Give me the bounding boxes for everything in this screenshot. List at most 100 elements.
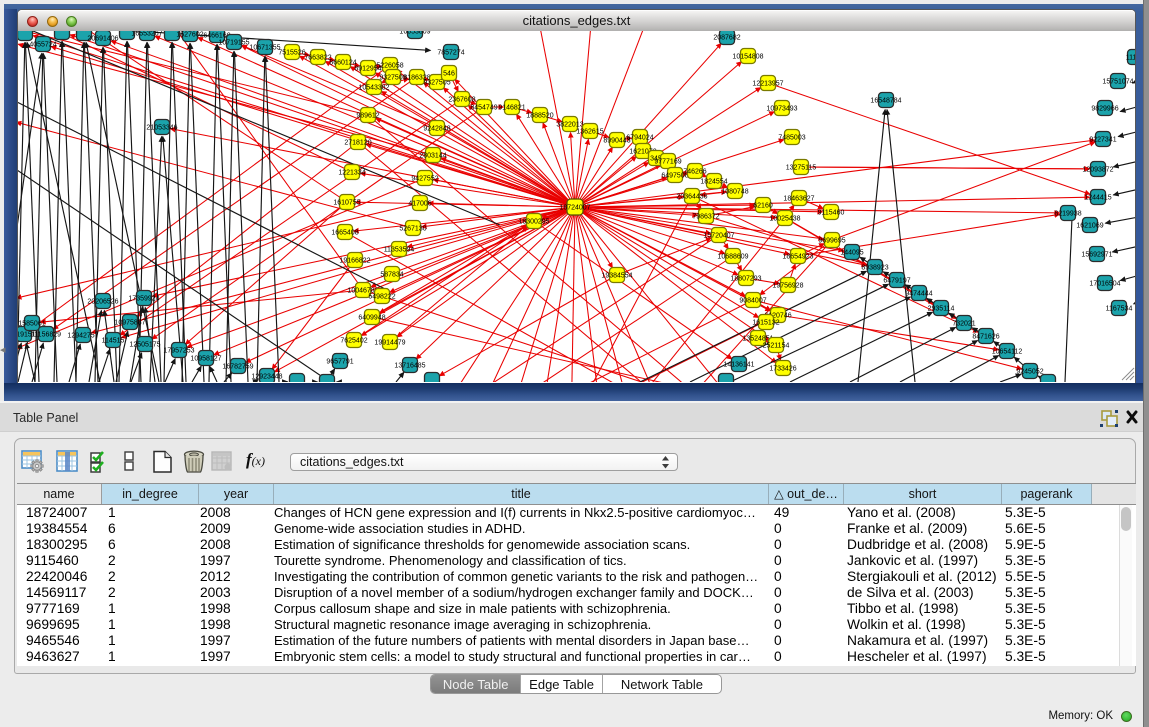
svg-text:16782759: 16782759: [222, 363, 253, 370]
svg-text:1824554: 1824554: [700, 178, 727, 185]
svg-text:9657791: 9657791: [326, 358, 353, 365]
svg-text:1080748: 1080748: [721, 188, 748, 195]
svg-text:144095: 144095: [840, 249, 863, 256]
svg-text:3822013: 3822013: [556, 121, 583, 128]
svg-text:15751074: 15751074: [1102, 78, 1133, 85]
svg-text:15692971: 15692971: [1081, 251, 1112, 258]
svg-text:2521154: 2521154: [763, 342, 790, 349]
svg-text:7625402: 7625402: [340, 337, 367, 344]
svg-text:19914479: 19914479: [374, 339, 405, 346]
svg-text:17016504: 17016504: [1089, 280, 1120, 287]
svg-text:10025438: 10025438: [769, 215, 800, 222]
svg-text:9245052: 9245052: [1016, 368, 1043, 375]
svg-text:114515: 114515: [102, 337, 125, 344]
svg-text:10973493: 10973493: [766, 105, 797, 112]
svg-text:546: 546: [443, 70, 455, 77]
svg-text:12213957: 12213957: [752, 80, 783, 87]
svg-text:19384554: 19384554: [601, 272, 632, 279]
svg-text:9474444: 9474444: [905, 290, 932, 297]
svg-text:18807293: 18807293: [730, 275, 761, 282]
svg-text:732021: 732021: [952, 320, 975, 327]
svg-text:1888520: 1888520: [526, 112, 553, 119]
svg-text:10671355: 10671355: [249, 44, 280, 51]
svg-text:19756928: 19756928: [772, 282, 803, 289]
svg-text:7663822: 7663822: [304, 54, 331, 61]
svg-text:10688609: 10688609: [717, 253, 748, 260]
svg-text:10958127: 10958127: [190, 355, 221, 362]
svg-text:5498222: 5498222: [368, 293, 395, 300]
svg-text:9829966: 9829966: [1091, 105, 1118, 112]
svg-text:6479197: 6479197: [883, 277, 910, 284]
svg-text:746266: 746266: [683, 168, 706, 175]
svg-text:4055724: 4055724: [29, 41, 56, 48]
svg-text:19166822: 19166822: [339, 257, 370, 264]
svg-text:13275115: 13275115: [786, 164, 817, 171]
svg-text:1527602: 1527602: [176, 31, 203, 38]
svg-text:5226058: 5226058: [376, 62, 403, 69]
svg-text:11353594: 11353594: [384, 246, 415, 253]
svg-text:9146821: 9146821: [498, 104, 525, 111]
svg-text:8660124: 8660124: [329, 59, 356, 66]
svg-text:9777169: 9777169: [654, 158, 681, 165]
svg-text:18300295: 18300295: [518, 218, 549, 225]
svg-text:9699695: 9699695: [818, 237, 845, 244]
svg-text:12942757: 12942757: [67, 332, 98, 339]
svg-text:1362615: 1362615: [576, 128, 603, 135]
svg-text:14136141: 14136141: [723, 361, 754, 368]
svg-text:2803144: 2803144: [419, 152, 446, 159]
svg-text:18463627: 18463627: [783, 195, 814, 202]
svg-text:8219938: 8219938: [1054, 210, 1081, 217]
svg-text:10654112: 10654112: [992, 348, 1023, 355]
svg-text:20206526: 20206526: [87, 298, 118, 305]
svg-text:11123: 11123: [1126, 54, 1135, 61]
svg-text:1221334: 1221334: [338, 169, 365, 176]
svg-text:20364436: 20364436: [676, 193, 707, 200]
svg-text:7515526: 7515526: [278, 49, 305, 56]
svg-text:13716485: 13716485: [394, 362, 425, 369]
svg-text:7857274: 7857274: [437, 49, 464, 56]
svg-text:2087682: 2087682: [713, 34, 740, 41]
svg-text:1665408: 1665408: [331, 229, 358, 236]
svg-text:1621069: 1621069: [1076, 222, 1103, 229]
svg-text:12923448: 12923448: [251, 373, 282, 380]
svg-text:9227341: 9227341: [1089, 136, 1116, 143]
svg-text:12093872: 12093872: [1082, 166, 1113, 173]
svg-text:10154808: 10154808: [732, 53, 763, 60]
svg-text:1244415: 1244415: [1084, 194, 1111, 201]
svg-text:17359924: 17359924: [128, 295, 159, 302]
svg-text:62160: 62160: [753, 202, 773, 209]
svg-text:18654923: 18654923: [782, 253, 813, 260]
svg-text:10543382: 10543382: [358, 84, 389, 91]
svg-text:8938923: 8938923: [861, 264, 888, 271]
svg-text:12505175: 12505175: [129, 341, 160, 348]
svg-text:20691406: 20691406: [87, 35, 118, 42]
svg-text:17957253: 17957253: [163, 347, 194, 354]
svg-text:11156829: 11156829: [31, 331, 61, 338]
svg-text:2718120: 2718120: [344, 139, 371, 146]
svg-text:16548784: 16548784: [870, 97, 901, 104]
svg-text:7485003: 7485003: [778, 134, 805, 141]
svg-text:6794024: 6794024: [626, 134, 653, 141]
svg-text:9084007: 9084007: [739, 297, 766, 304]
svg-text:9242848: 9242848: [423, 125, 450, 132]
svg-text:2367608: 2367608: [448, 96, 475, 103]
svg-text:15720407: 15720407: [703, 232, 734, 239]
svg-text:16053809: 16053809: [399, 31, 430, 35]
svg-text:587834: 587834: [380, 271, 403, 278]
svg-text:1615132: 1615132: [752, 319, 779, 326]
svg-text:21053346: 21053346: [146, 124, 177, 131]
svg-text:8471626: 8471626: [972, 333, 999, 340]
svg-text:417006: 417006: [408, 200, 431, 207]
svg-text:6409948: 6409948: [358, 314, 385, 321]
svg-text:18724007: 18724007: [559, 204, 590, 211]
svg-text:16553267: 16553267: [131, 31, 162, 37]
svg-text:2935114: 2935114: [928, 305, 955, 312]
svg-text:1610755: 1610755: [333, 199, 360, 206]
svg-text:9115460: 9115460: [818, 209, 845, 216]
svg-text:10719155: 10719155: [218, 39, 249, 46]
svg-text:8454749: 8454749: [470, 104, 497, 111]
svg-text:5267130: 5267130: [399, 225, 426, 232]
svg-text:1733426: 1733426: [769, 365, 796, 372]
svg-text:1167534: 1167534: [1106, 305, 1133, 312]
svg-text:10975887: 10975887: [114, 319, 145, 326]
